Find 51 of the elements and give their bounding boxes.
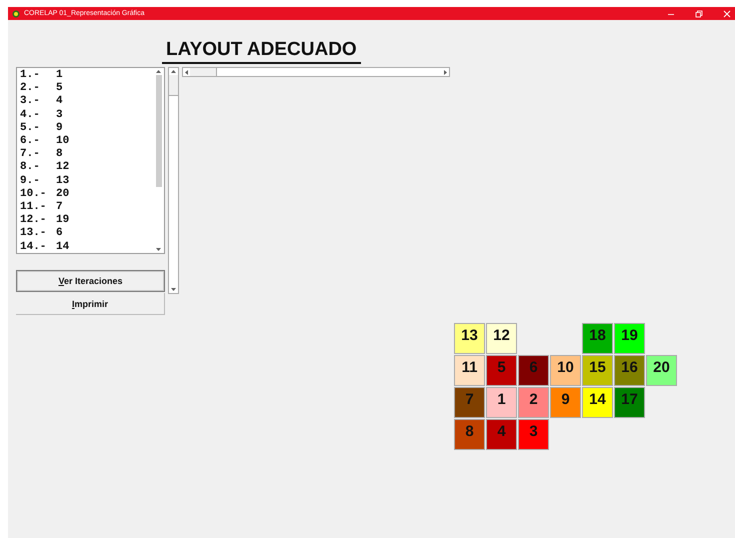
department-cell: 19 xyxy=(614,323,645,354)
scroll-right-icon[interactable] xyxy=(442,68,449,76)
result-list[interactable]: 1.- 1 2.- 5 3.- 4 4.- 3 5.- 9 6.- 10 7.- 8 8.- 12 9.- 13 10.- 20 11.- 7 12.- 19 13.- 6 14.- 14 xyxy=(16,67,165,254)
department-cell: 11 xyxy=(454,355,485,386)
scroll-down-icon[interactable] xyxy=(170,286,177,293)
list-item[interactable]: 14.- 14 xyxy=(20,240,150,253)
action-button[interactable]: Ver Iteraciones xyxy=(16,270,165,292)
department-cell: 15 xyxy=(582,355,613,386)
scroll-thumb[interactable] xyxy=(190,68,217,76)
scroll-thumb[interactable] xyxy=(156,75,162,187)
department-cell: 7 xyxy=(454,387,485,418)
department-cell: 6 xyxy=(518,355,549,386)
vertical-scrollbar[interactable] xyxy=(168,67,179,294)
list-item[interactable]: 2.- 5 xyxy=(20,82,150,96)
list-item[interactable]: 10.- 20 xyxy=(20,188,150,202)
department-cell: 8 xyxy=(454,419,485,450)
app-icon xyxy=(12,10,20,18)
department-cell: 4 xyxy=(486,419,517,450)
scroll-left-icon[interactable] xyxy=(183,68,190,76)
department-cell: 13 xyxy=(454,323,485,354)
department-cell: 12 xyxy=(486,323,517,354)
list-item[interactable]: 11.- 7 xyxy=(20,201,150,214)
list-scrollbar[interactable] xyxy=(153,68,164,253)
list-item[interactable]: 12.- 19 xyxy=(20,214,150,228)
department-cell: 17 xyxy=(614,387,645,418)
horizontal-scrollbar[interactable] xyxy=(182,67,450,77)
list-item[interactable]: 13.- 6 xyxy=(20,227,150,241)
scroll-down-icon[interactable] xyxy=(155,246,162,253)
layout-heading: LAYOUT ADECUADO xyxy=(162,39,361,64)
list-item[interactable]: 9.- 13 xyxy=(20,174,150,188)
close-icon[interactable] xyxy=(723,10,731,18)
list-item[interactable]: 3.- 4 xyxy=(20,95,150,109)
department-cell: 14 xyxy=(582,387,613,418)
department-cell: 3 xyxy=(518,419,549,450)
department-cell: 2 xyxy=(518,387,549,418)
department-cell: 20 xyxy=(646,355,677,386)
list-item[interactable]: 1.- 1 xyxy=(20,69,150,82)
restore-icon[interactable] xyxy=(695,10,703,18)
list-item[interactable]: 4.- 3 xyxy=(20,108,150,122)
department-cell: 16 xyxy=(614,355,645,386)
scroll-thumb[interactable] xyxy=(169,75,178,96)
department-cell: 10 xyxy=(550,355,581,386)
department-cell: 5 xyxy=(486,355,517,386)
department-cell: 9 xyxy=(550,387,581,418)
list-item[interactable]: 5.- 9 xyxy=(20,122,150,136)
department-cell: 1 xyxy=(486,387,517,418)
department-cell: 18 xyxy=(582,323,613,354)
list-item[interactable]: 7.- 8 xyxy=(20,148,150,162)
action-button[interactable]: Imprimir xyxy=(16,293,165,315)
list-item[interactable]: 6.- 10 xyxy=(20,135,150,148)
list-item[interactable]: 8.- 12 xyxy=(20,161,150,175)
